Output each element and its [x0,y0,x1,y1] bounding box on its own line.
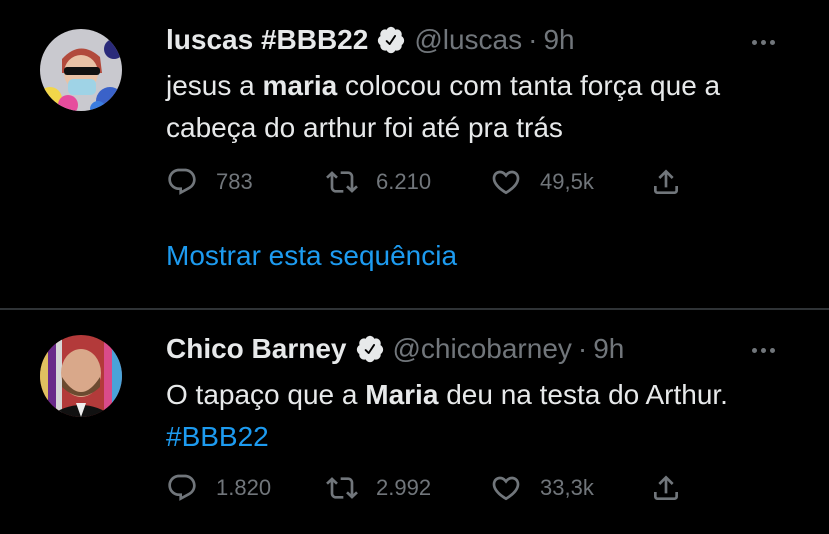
avatar[interactable] [40,29,122,111]
text-part-bold: maria [262,70,338,101]
reply-icon [168,474,196,501]
reply-count: 783 [216,169,253,194]
like-button[interactable]: 33,3k [490,470,594,506]
verified-badge-icon [355,334,385,364]
text-part: jesus a [166,70,263,101]
share-icon [654,169,678,194]
tweet-actions: 783 6.210 49,5k [166,164,726,200]
timestamp[interactable]: 9h [593,332,624,366]
tweet-text: O tapaço que a Maria deu na testa do Art… [166,374,806,458]
reply-count: 1.820 [216,475,272,500]
hashtag-link[interactable]: #BBB22 [166,421,269,452]
author-name[interactable]: Chico Barney [166,332,347,366]
separator-dot: · [577,333,588,364]
like-icon [492,476,520,501]
author-name[interactable]: luscas #BBB22 [166,23,368,57]
reply-icon [168,168,196,195]
tweet-luscas[interactable]: luscas #BBB22 @luscas · 9h jesus a maria… [0,0,829,308]
text-part-bold: Maria [365,379,439,410]
separator-dot: · [528,24,538,55]
like-button[interactable]: 49,5k [490,164,594,200]
retweet-icon [326,477,358,499]
like-count: 33,3k [540,475,594,500]
like-count: 49,5k [540,169,594,194]
author-handle[interactable]: @chicobarney [393,332,572,366]
tweet-actions: 1.820 2.992 33,3k [166,470,726,506]
author-handle[interactable]: @luscas [414,23,522,57]
retweet-button[interactable]: 6.210 [326,164,431,200]
share-button[interactable] [650,164,682,200]
more-options-icon[interactable] [752,32,786,52]
show-thread-link[interactable]: Mostrar esta sequência [166,240,457,272]
share-icon [654,475,678,500]
tweet-header: Chico Barney @chicobarney · 9h [166,332,624,366]
tweet-chicobarney[interactable]: Chico Barney @chicobarney · 9h O tapaço … [0,310,829,534]
share-button[interactable] [650,470,682,506]
avatar[interactable] [40,335,122,417]
tweet-text: jesus a maria colocou com tanta força qu… [166,65,806,149]
tweet-header: luscas #BBB22 @luscas · 9h [166,23,575,57]
text-part: O tapaço que a [166,379,366,410]
like-icon [492,170,520,195]
timestamp[interactable]: 9h [543,23,574,57]
reply-button[interactable]: 1.820 [166,470,271,506]
retweet-icon [326,171,358,193]
retweet-count: 2.992 [376,475,432,500]
retweet-count: 6.210 [376,169,432,194]
more-options-icon[interactable] [752,340,786,360]
retweet-button[interactable]: 2.992 [326,470,431,506]
text-part: deu na testa do Arthur. [438,379,728,410]
verified-badge-icon [376,25,406,55]
reply-button[interactable]: 783 [166,164,253,200]
